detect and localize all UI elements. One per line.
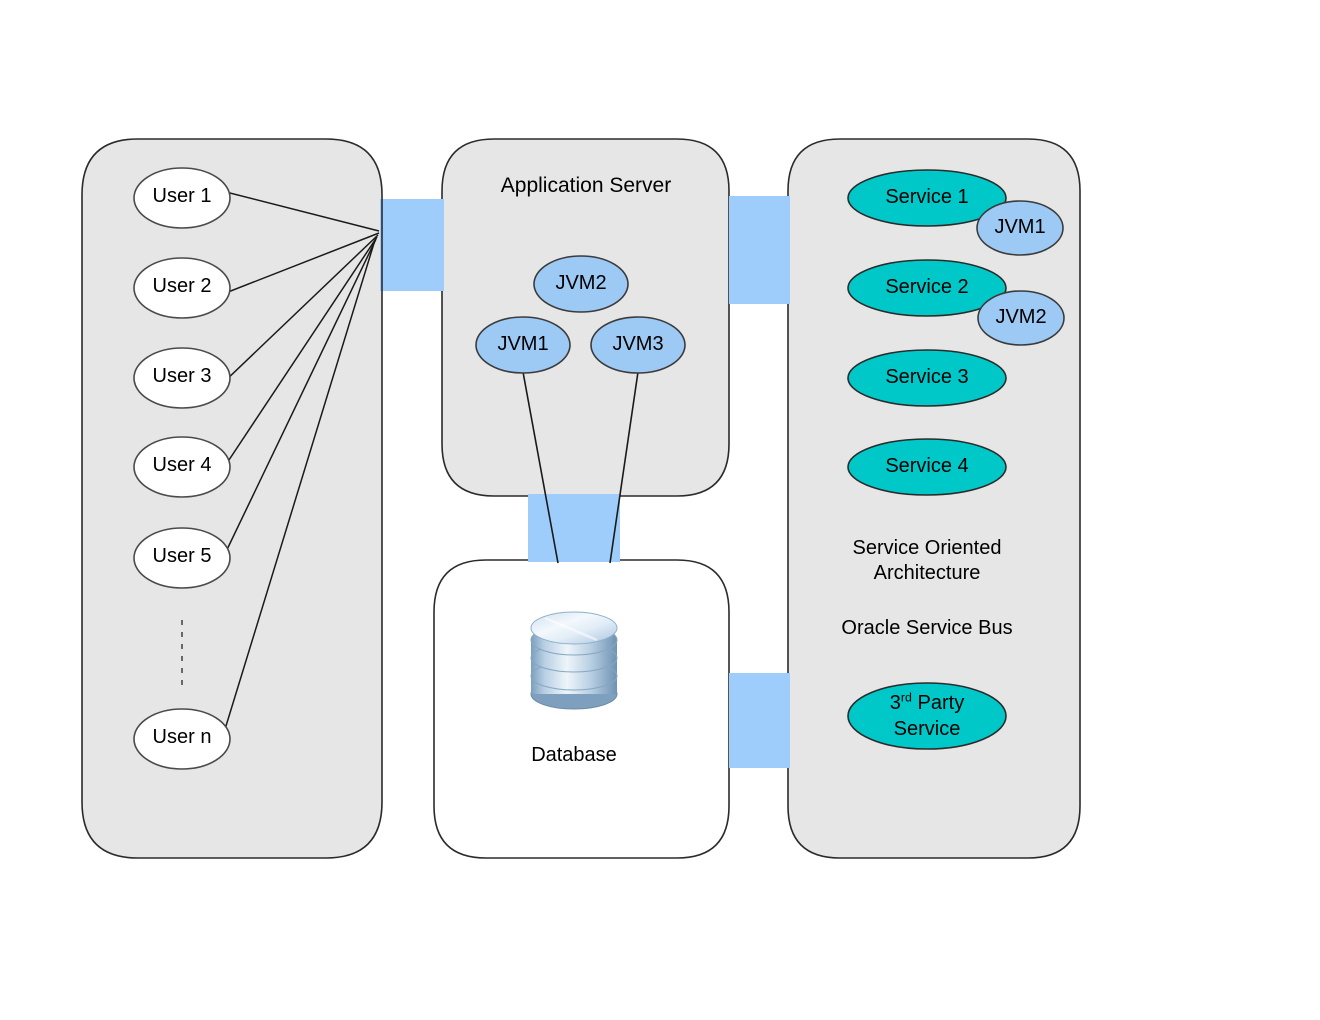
user-ellipse-n[interactable] xyxy=(133,708,231,770)
user-ellipse-2[interactable] xyxy=(133,257,231,319)
service-ellipse-4[interactable] xyxy=(847,438,1007,496)
user-ellipse-3[interactable] xyxy=(133,347,231,409)
third-party-service-ellipse[interactable] xyxy=(847,682,1007,750)
soa-jvm-ellipse-1[interactable] xyxy=(976,200,1064,256)
connector-bar-users-app xyxy=(380,199,444,291)
diagram-svg xyxy=(81,138,1081,859)
diagram-canvas: User 1 User 2 User 3 User 4 User 5 User … xyxy=(0,0,1320,1020)
soa-jvm-ellipse-2[interactable] xyxy=(977,290,1065,346)
user-ellipse-5[interactable] xyxy=(133,527,231,589)
connector-bar-app-db xyxy=(528,494,620,562)
app-jvm-ellipse-3[interactable] xyxy=(590,316,686,374)
app-jvm-ellipse-2[interactable] xyxy=(533,255,629,313)
user-ellipse-4[interactable] xyxy=(133,436,231,498)
users-panel xyxy=(81,138,383,859)
service-ellipse-3[interactable] xyxy=(847,349,1007,407)
app-jvm-ellipse-1[interactable] xyxy=(475,316,571,374)
connector-bar-app-soa xyxy=(729,196,790,304)
app-server-panel xyxy=(441,138,730,497)
user-ellipse-1[interactable] xyxy=(133,167,231,229)
connector-bar-db-soa xyxy=(729,673,790,768)
database-cylinder-icon xyxy=(530,611,618,710)
